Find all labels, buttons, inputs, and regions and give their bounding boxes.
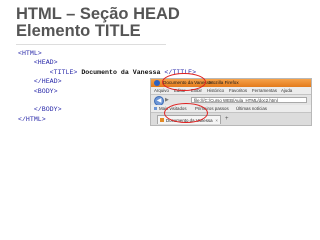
menu-exibir[interactable]: Exibir [191, 87, 202, 94]
slide-title-line-1: HTML – Seção HEAD [16, 5, 180, 23]
firefox-icon [154, 80, 160, 86]
menu-ferramentas[interactable]: Ferramentas [252, 87, 277, 94]
browser-menu-bar: Arquivo Editar Exibir Histórico Favorito… [151, 87, 311, 95]
app-name: Mozilla Firefox [209, 80, 239, 85]
bookmark-icon [154, 107, 157, 110]
address-bar[interactable]: file:///C:/Curso WEB/Aula_HTML/doc2.html [191, 97, 307, 103]
code-line: <HTML> [18, 50, 42, 57]
menu-favoritos[interactable]: Favoritos [229, 87, 247, 94]
slide-title-line-2: Elemento TITLE [16, 22, 141, 40]
title-divider [16, 44, 166, 45]
forward-button[interactable]: ▶ [165, 97, 169, 103]
code-line: <TITLE> Documento da Vanessa </TITLE> [49, 68, 197, 76]
tab-documento-da-vanessa[interactable]: Documento da Vanessa × [157, 115, 221, 124]
bookmarks-bar: Mais visitados Primeiros passos Últimas … [151, 105, 311, 113]
window-title: Documento da Vanessa [163, 80, 212, 85]
tab-strip: Documento da Vanessa × + [151, 113, 311, 125]
browser-window-screenshot: Documento da Vanessa Mozilla Firefox Arq… [150, 78, 312, 126]
bookmark-mais-visitados[interactable]: Mais visitados [159, 105, 187, 112]
page-icon [160, 118, 164, 122]
browser-nav-bar: ◀ ▶ file:///C:/Curso WEB/Aula_HTML/doc2.… [151, 95, 311, 106]
menu-historico[interactable]: Histórico [207, 87, 224, 94]
close-tab-icon[interactable]: × [215, 116, 218, 124]
slide-title: HTML – Seção HEAD Elemento TITLE [16, 6, 180, 40]
new-tab-button[interactable]: + [225, 115, 229, 124]
bookmark-ultimas-noticias[interactable]: Últimas notícias [236, 105, 267, 112]
menu-ajuda[interactable]: Ajuda [281, 87, 292, 94]
browser-title-bar: Documento da Vanessa Mozilla Firefox [151, 79, 311, 87]
bookmark-primeiros-passos[interactable]: Primeiros passos [195, 105, 229, 112]
tab-label: Documento da Vanessa [166, 118, 213, 123]
menu-arquivo[interactable]: Arquivo [154, 87, 169, 94]
menu-editar[interactable]: Editar [174, 87, 185, 94]
code-line: <HEAD> [33, 59, 58, 67]
